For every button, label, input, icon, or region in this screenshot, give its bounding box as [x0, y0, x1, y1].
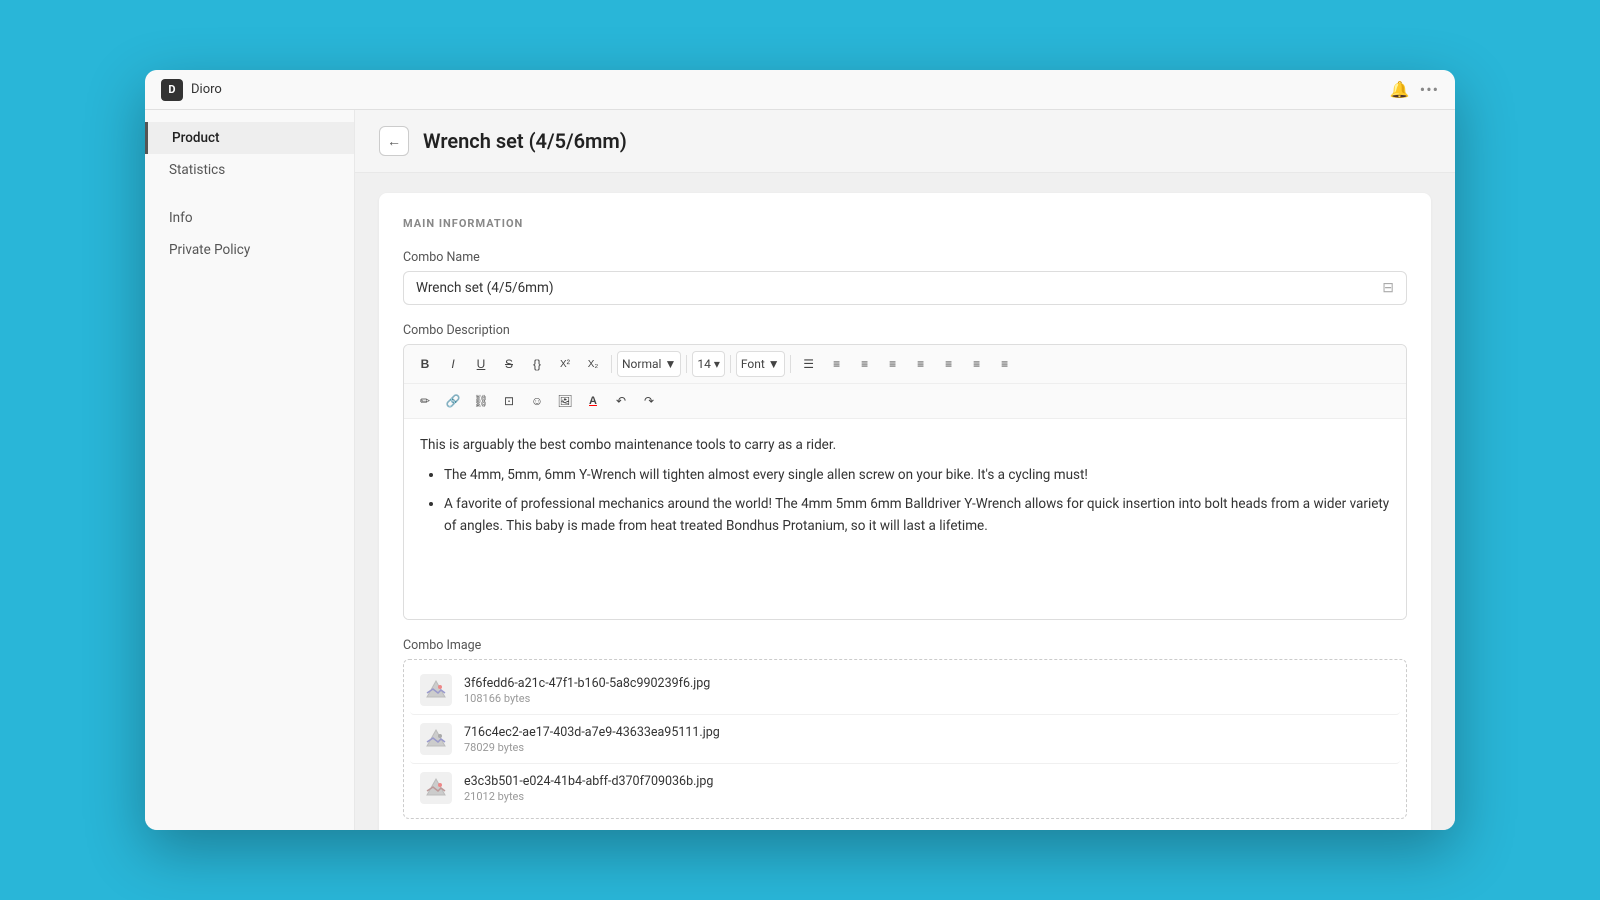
combo-image-section: Combo Image — [403, 638, 1407, 819]
bold-button[interactable]: B — [412, 351, 438, 377]
indent-button[interactable]: ≡ — [964, 351, 990, 377]
image-thumb-2 — [420, 723, 452, 755]
image-item-2: 716c4ec2-ae17-403d-a7e9-43633ea95111.jpg… — [410, 715, 1400, 764]
main-info-section-title: MAIN INFORMATION — [403, 217, 1407, 230]
image-size-1: 108166 bytes — [464, 692, 1390, 705]
list-unordered-button[interactable]: ☰ — [796, 351, 822, 377]
editor-list-item-2: A favorite of professional mechanics aro… — [444, 494, 1390, 537]
image-thumb-3 — [420, 772, 452, 804]
app-logo: D — [161, 79, 183, 101]
combo-image-label: Combo Image — [403, 638, 1407, 653]
main-content: ← Wrench set (4/5/6mm) MAIN INFORMATION … — [355, 110, 1455, 830]
app-window: D Dioro 🔔 ••• Product Statistics Info Pr… — [145, 70, 1455, 830]
list-ordered-button[interactable]: ≡ — [824, 351, 850, 377]
combo-name-input[interactable]: Wrench set (4/5/6mm) ⊟ — [403, 271, 1407, 305]
embed-button[interactable]: ⊡ — [496, 388, 522, 414]
image-filename-3: e3c3b501-e024-41b4-abff-d370f709036b.jpg — [464, 774, 1390, 789]
editor-toolbar-row2: ✏ 🔗 ⛓ ⊡ ☺ 🖼 A ↶ ↷ — [404, 384, 1406, 419]
app-body: Product Statistics Info Private Policy ←… — [145, 110, 1455, 830]
toolbar-divider-1 — [611, 355, 612, 373]
emoji-button[interactable]: ☺ — [524, 388, 550, 414]
image-info-1: 3f6fedd6-a21c-47f1-b160-5a8c990239f6.jpg… — [464, 676, 1390, 705]
app-name: Dioro — [191, 82, 1390, 97]
editor-list-item-1: The 4mm, 5mm, 6mm Y-Wrench will tighten … — [444, 465, 1390, 487]
toolbar-divider-2 — [686, 355, 687, 373]
content-area: MAIN INFORMATION Combo Name Wrench set (… — [355, 173, 1455, 830]
image-filename-2: 716c4ec2-ae17-403d-a7e9-43633ea95111.jpg — [464, 725, 1390, 740]
titlebar: D Dioro 🔔 ••• — [145, 70, 1455, 110]
copy-icon: ⊟ — [1382, 280, 1394, 296]
image-item-3: e3c3b501-e024-41b4-abff-d370f709036b.jpg… — [410, 764, 1400, 812]
bell-icon[interactable]: 🔔 — [1390, 80, 1410, 99]
strikethrough-button[interactable]: S — [496, 351, 522, 377]
page-title: Wrench set (4/5/6mm) — [423, 129, 627, 153]
toolbar-divider-4 — [790, 355, 791, 373]
sidebar-item-private-policy[interactable]: Private Policy — [145, 234, 354, 266]
sidebar-item-product[interactable]: Product — [145, 122, 354, 154]
style-select[interactable]: Normal ▼ — [617, 351, 681, 377]
align-left-button[interactable]: ≡ — [852, 351, 878, 377]
image-info-3: e3c3b501-e024-41b4-abff-d370f709036b.jpg… — [464, 774, 1390, 803]
align-center-button[interactable]: ≡ — [880, 351, 906, 377]
pencil-button[interactable]: ✏ — [412, 388, 438, 414]
image-size-3: 21012 bytes — [464, 790, 1390, 803]
page-header: ← Wrench set (4/5/6mm) — [355, 110, 1455, 173]
rich-text-editor: B I U S {} X² X₂ Normal ▼ — [403, 344, 1407, 620]
underline-button[interactable]: U — [468, 351, 494, 377]
sidebar-item-statistics[interactable]: Statistics — [145, 154, 354, 186]
subscript-button[interactable]: X₂ — [580, 351, 606, 377]
link-button[interactable]: 🔗 — [440, 388, 466, 414]
image-size-2: 78029 bytes — [464, 741, 1390, 754]
superscript-button[interactable]: X² — [552, 351, 578, 377]
titlebar-actions: 🔔 ••• — [1390, 80, 1439, 99]
toolbar-divider-3 — [730, 355, 731, 373]
image-thumb-1 — [420, 674, 452, 706]
font-size-select[interactable]: 14 ▾ — [692, 351, 725, 377]
combo-name-label: Combo Name — [403, 250, 1407, 265]
font-select[interactable]: Font ▼ — [736, 351, 785, 377]
back-button[interactable]: ← — [379, 126, 409, 156]
align-right-button[interactable]: ≡ — [908, 351, 934, 377]
text-color-button[interactable]: A — [580, 388, 606, 414]
redo-button[interactable]: ↷ — [636, 388, 662, 414]
more-options-icon[interactable]: ••• — [1420, 80, 1439, 99]
editor-toolbar-row1: B I U S {} X² X₂ Normal ▼ — [404, 345, 1406, 384]
undo-button[interactable]: ↶ — [608, 388, 634, 414]
align-justify-button[interactable]: ≡ — [936, 351, 962, 377]
code-button[interactable]: {} — [524, 351, 550, 377]
italic-button[interactable]: I — [440, 351, 466, 377]
image-filename-1: 3f6fedd6-a21c-47f1-b160-5a8c990239f6.jpg — [464, 676, 1390, 691]
unlink-button[interactable]: ⛓ — [468, 388, 494, 414]
sidebar: Product Statistics Info Private Policy — [145, 110, 355, 830]
editor-body[interactable]: This is arguably the best combo maintena… — [404, 419, 1406, 619]
image-info-2: 716c4ec2-ae17-403d-a7e9-43633ea95111.jpg… — [464, 725, 1390, 754]
sidebar-item-info[interactable]: Info — [145, 202, 354, 234]
combo-description-label: Combo Description — [403, 323, 1407, 338]
editor-list: The 4mm, 5mm, 6mm Y-Wrench will tighten … — [420, 465, 1390, 538]
image-drop-zone[interactable]: 3f6fedd6-a21c-47f1-b160-5a8c990239f6.jpg… — [403, 659, 1407, 819]
image-item-1: 3f6fedd6-a21c-47f1-b160-5a8c990239f6.jpg… — [410, 666, 1400, 715]
editor-intro-text: This is arguably the best combo maintena… — [420, 435, 1390, 457]
image-button[interactable]: 🖼 — [552, 388, 578, 414]
main-information-card: MAIN INFORMATION Combo Name Wrench set (… — [379, 193, 1431, 830]
outdent-button[interactable]: ≡ — [992, 351, 1018, 377]
